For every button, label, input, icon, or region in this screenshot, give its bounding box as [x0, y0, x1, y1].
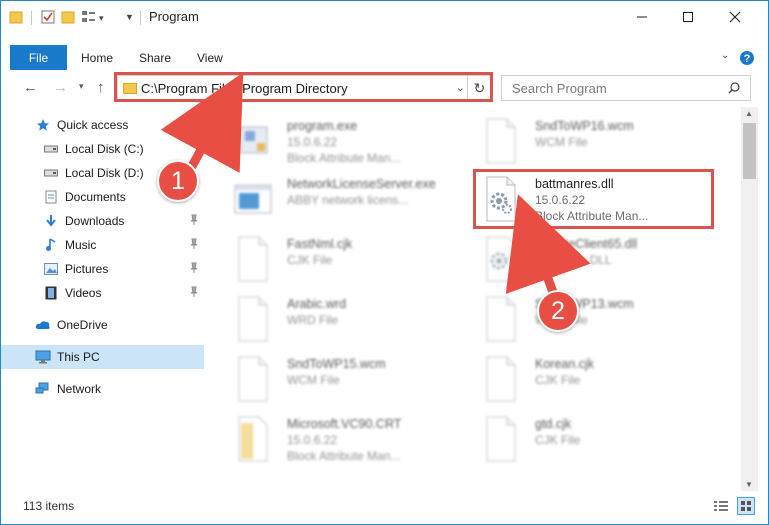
arrow-to-address-bar: [160, 72, 244, 173]
annotation-arrows: [160, 72, 591, 300]
step-badge-2: 2: [537, 290, 579, 332]
step-badge-1: 1: [157, 160, 199, 202]
arrow-to-file: [505, 194, 591, 300]
